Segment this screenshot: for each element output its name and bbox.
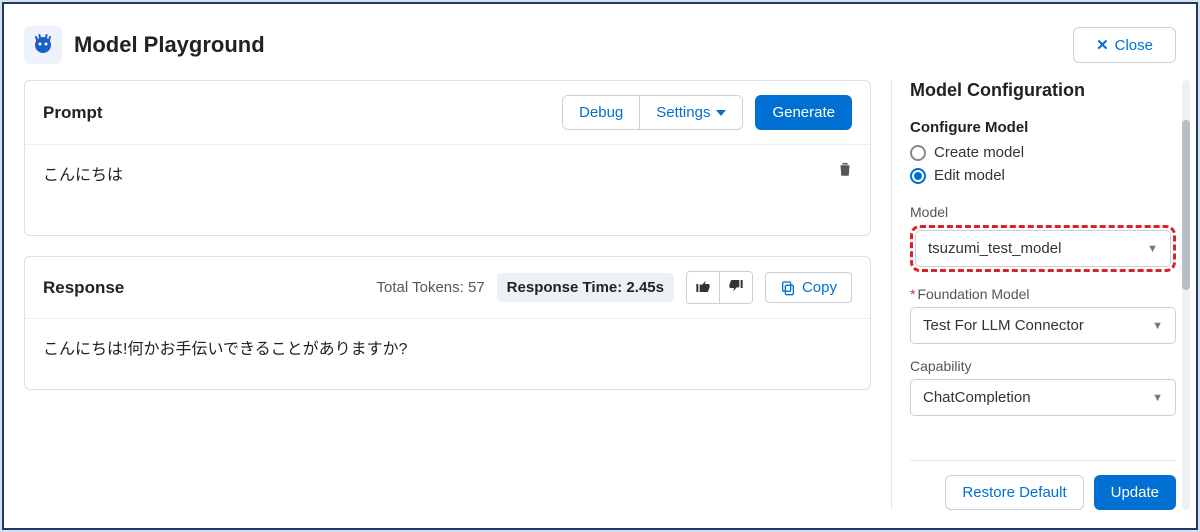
chevron-down-icon: ▼ [1152,320,1163,332]
top-bar: Model Playground ✕ Close [24,26,1176,64]
config-footer: Restore Default Update [910,460,1176,510]
radio-create-model[interactable]: Create model [910,144,1176,161]
config-title: Model Configuration [910,80,1176,101]
debug-button[interactable]: Debug [563,96,640,129]
scrollbar-track[interactable] [1182,80,1190,510]
chevron-down-icon: ▼ [1147,243,1158,255]
edit-model-label: Edit model [934,167,1005,184]
scrollbar-thumb[interactable] [1182,120,1190,290]
response-title: Response [43,278,124,298]
close-button[interactable]: ✕ Close [1073,27,1176,63]
capability-value: ChatCompletion [923,389,1031,406]
radio-edit-model[interactable]: Edit model [910,167,1176,184]
page-title: Model Playground [74,32,265,58]
response-text: こんにちは!何かお手伝いできることがありますか? [43,341,408,358]
generate-button[interactable]: Generate [755,95,852,130]
copy-icon [780,280,796,296]
app-icon [24,26,62,64]
response-stats: Total Tokens: 57 Response Time: 2.45s [377,271,852,304]
model-label: Model [910,204,1176,220]
foundation-field: *Foundation Model Test For LLM Connector… [910,286,1176,344]
close-label: Close [1115,37,1153,54]
response-card: Response Total Tokens: 57 Response Time:… [24,256,871,390]
response-header: Response Total Tokens: 57 Response Time:… [25,257,870,319]
capability-field: Capability ChatCompletion ▼ [910,358,1176,416]
highlight-annotation: tsuzumi_test_model ▼ [910,225,1176,272]
settings-button[interactable]: Settings [640,96,742,129]
thumbs-down-icon [728,278,744,294]
capability-label: Capability [910,358,1176,374]
prompt-text: こんにちは [43,167,123,184]
radio-icon-unselected [910,145,926,161]
config-panel: Model Configuration Configure Model Crea… [891,80,1176,510]
model-select[interactable]: tsuzumi_test_model ▼ [915,230,1171,267]
copy-label: Copy [802,279,837,296]
prompt-card: Prompt Debug Settings Gener [24,80,871,236]
foundation-label: *Foundation Model [910,286,1176,302]
update-button[interactable]: Update [1094,475,1176,510]
debug-label: Debug [579,104,623,121]
model-field: Model tsuzumi_test_model ▼ [910,204,1176,272]
copy-button[interactable]: Copy [765,272,852,303]
configure-model-title: Configure Model [910,119,1176,136]
restore-label: Restore Default [962,484,1066,501]
total-tokens: Total Tokens: 57 [377,279,485,296]
prompt-body[interactable]: こんにちは [25,145,870,235]
response-body: こんにちは!何かお手伝いできることがありますか? [25,319,870,389]
capability-select[interactable]: ChatCompletion ▼ [910,379,1176,416]
close-icon: ✕ [1096,36,1109,54]
prompt-header: Prompt Debug Settings Gener [25,81,870,145]
feedback-group [686,271,753,304]
prompt-actions: Debug Settings Generate [562,95,852,130]
radio-icon-selected [910,168,926,184]
settings-label: Settings [656,104,710,121]
create-model-label: Create model [934,144,1024,161]
delete-prompt-button[interactable] [836,159,854,179]
prompt-title: Prompt [43,103,103,123]
update-label: Update [1111,484,1159,501]
thumbs-up-icon [695,278,711,294]
left-column: Prompt Debug Settings Gener [24,80,871,510]
main-content: Prompt Debug Settings Gener [24,80,1176,510]
thumbs-down-button[interactable] [720,272,752,303]
chevron-down-icon [716,110,726,116]
foundation-select[interactable]: Test For LLM Connector ▼ [910,307,1176,344]
response-time: Response Time: 2.45s [497,273,674,302]
title-wrap: Model Playground [24,26,265,64]
thumbs-up-button[interactable] [687,272,720,303]
foundation-value: Test For LLM Connector [923,317,1084,334]
generate-label: Generate [772,104,835,121]
playground-frame: Model Playground ✕ Close Prompt Debug [2,2,1198,530]
prompt-seg-group: Debug Settings [562,95,743,130]
chevron-down-icon: ▼ [1152,392,1163,404]
restore-default-button[interactable]: Restore Default [945,475,1083,510]
model-value: tsuzumi_test_model [928,240,1061,257]
